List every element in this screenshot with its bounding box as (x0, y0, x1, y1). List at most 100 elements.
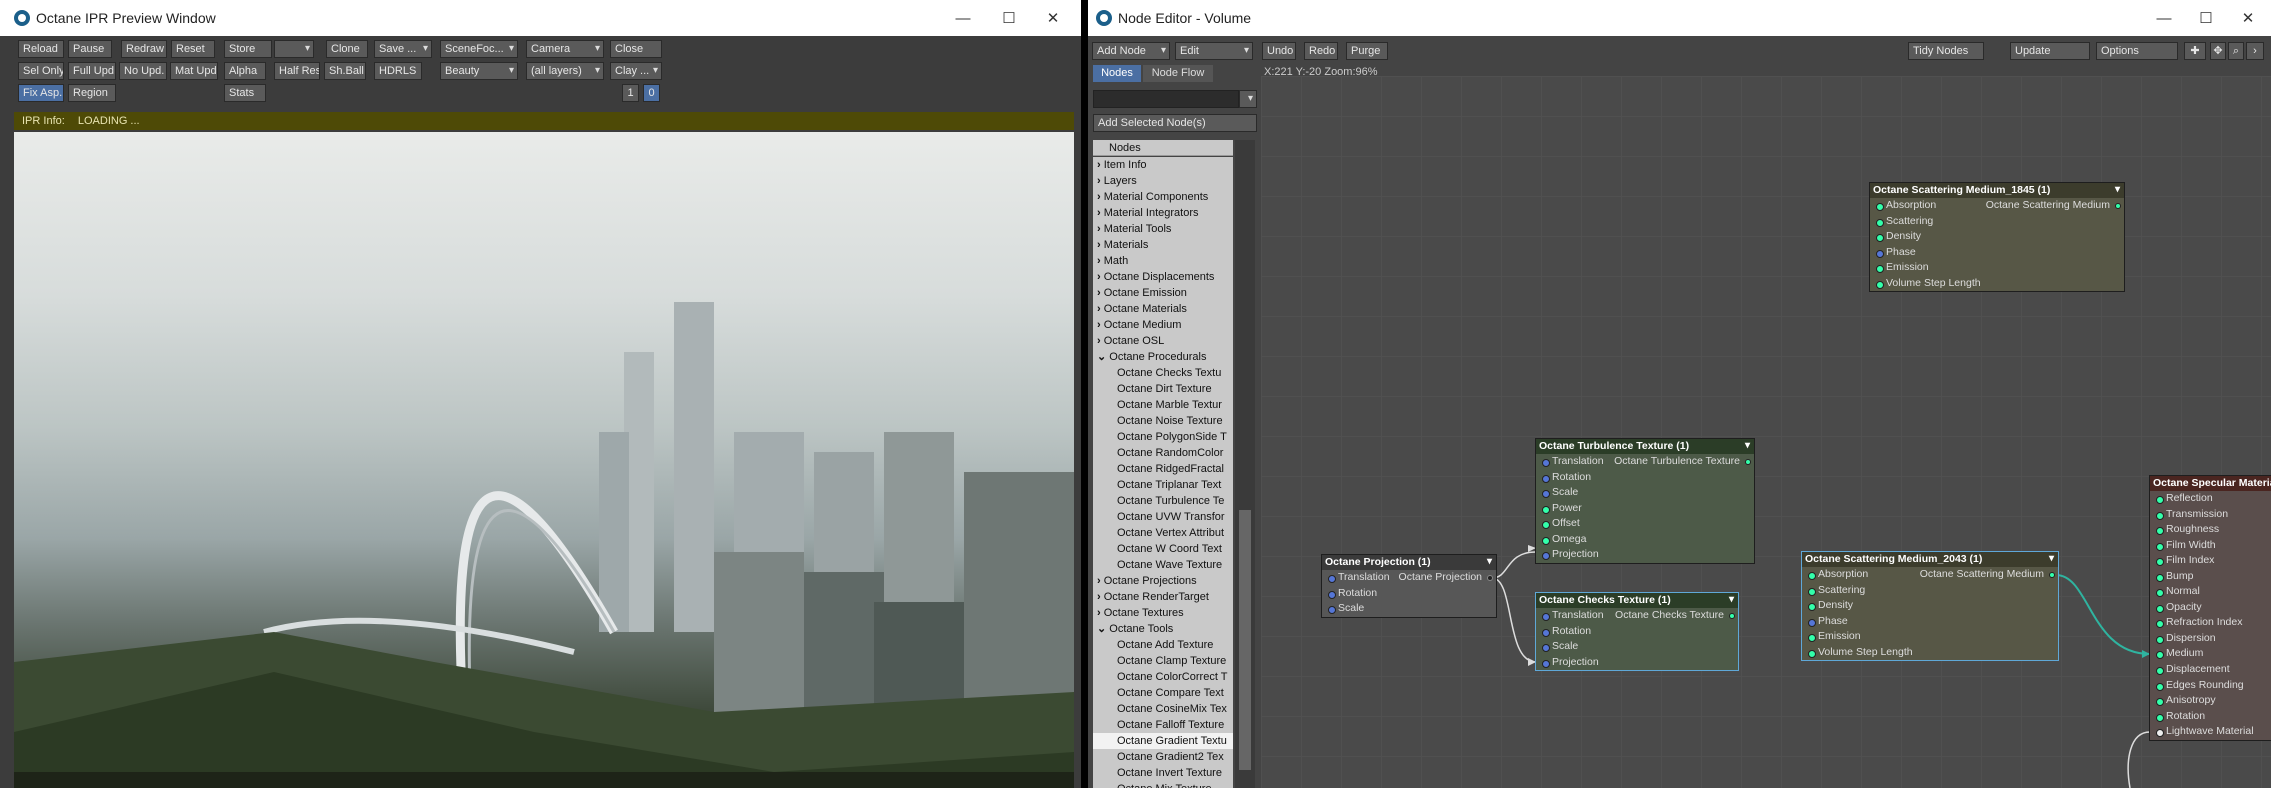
redraw-button[interactable]: Redraw (121, 40, 167, 58)
tree-item[interactable]: Octane Invert Texture (1093, 765, 1233, 781)
chevron-right-icon[interactable]: › (1097, 335, 1104, 347)
node-title[interactable]: Octane Specular Material (2150, 476, 2271, 491)
tree-item[interactable]: ⌄ Octane Tools (1093, 621, 1233, 637)
node-input[interactable]: Scattering (1802, 583, 2058, 599)
tree-item[interactable]: › Octane Displacements (1093, 269, 1233, 285)
chevron-right-icon[interactable]: › (1097, 191, 1104, 203)
chevron-right-icon[interactable]: › (1097, 159, 1104, 171)
half-res-button[interactable]: Half Res (274, 62, 320, 80)
pause-button[interactable]: Pause (68, 40, 112, 58)
node-input[interactable]: Film Width (2150, 538, 2271, 554)
tree-item[interactable]: › Octane Textures (1093, 605, 1233, 621)
node-input[interactable]: Volume Step Length (1802, 645, 2058, 661)
update-button[interactable]: Update (2010, 42, 2090, 60)
node-specular-material[interactable]: Octane Specular Material ReflectionTrans… (2149, 475, 2271, 741)
tree-item[interactable]: Octane RandomColor (1093, 445, 1233, 461)
close-button[interactable]: Close (610, 40, 662, 58)
add-selected-nodes-button[interactable]: Add Selected Node(s) (1093, 114, 1257, 132)
zoom-icon[interactable]: ⌕ (2228, 42, 2244, 60)
edit-dropdown[interactable]: Edit (1175, 42, 1253, 60)
region-button[interactable]: Region (68, 84, 116, 102)
render-viewport[interactable] (14, 132, 1074, 788)
node-input[interactable]: Offset (1536, 516, 1754, 532)
store-slot-dropdown[interactable] (274, 40, 314, 58)
reset-button[interactable]: Reset (171, 40, 215, 58)
tree-item[interactable]: Octane Wave Texture (1093, 557, 1233, 573)
tree-item[interactable]: › Material Components (1093, 189, 1233, 205)
minimize-icon[interactable]: — (2141, 0, 2187, 36)
stats-button[interactable]: Stats (224, 84, 266, 102)
node-input[interactable]: Medium (2150, 646, 2271, 662)
node-input[interactable]: Absorption Octane Scattering Medium (1870, 198, 2124, 214)
node-input[interactable]: Scale (1536, 639, 1738, 655)
chevron-right-icon[interactable]: › (1097, 575, 1104, 587)
tree-scrollbar[interactable] (1235, 140, 1255, 788)
tree-item[interactable]: › Layers (1093, 173, 1233, 189)
move-icon[interactable]: ✥ (2210, 42, 2226, 60)
node-input[interactable]: Roughness (2150, 522, 2271, 538)
node-title[interactable]: Octane Scattering Medium_1845 (1) (1870, 183, 2124, 198)
node-input[interactable]: Absorption Octane Scattering Medium (1802, 567, 2058, 583)
output-socket[interactable] (2049, 572, 2055, 578)
tree-item[interactable]: › Octane Materials (1093, 301, 1233, 317)
maximize-icon[interactable]: ☐ (2183, 0, 2229, 36)
tree-item[interactable]: › Octane RenderTarget (1093, 589, 1233, 605)
tree-item[interactable]: Octane W Coord Text (1093, 541, 1233, 557)
node-input[interactable]: Power (1536, 501, 1754, 517)
node-search-input[interactable] (1093, 90, 1239, 108)
node-scattering-medium-2043[interactable]: Octane Scattering Medium_2043 (1) Absorp… (1801, 551, 2059, 661)
node-input[interactable]: Omega (1536, 532, 1754, 548)
node-input[interactable]: Volume Step Length (1870, 276, 2124, 292)
add-node-dropdown[interactable]: Add Node (1092, 42, 1170, 60)
node-tree[interactable]: › Item Info › Layers › Material Components… (1093, 157, 1233, 788)
node-input[interactable]: Emission (1870, 260, 2124, 276)
node-input[interactable]: Projection (1536, 547, 1754, 563)
tree-item[interactable]: Octane ColorCorrect T (1093, 669, 1233, 685)
minimize-icon[interactable]: — (940, 0, 986, 36)
chevron-right-icon[interactable]: › (1097, 287, 1104, 299)
output-socket[interactable] (2115, 203, 2121, 209)
camera-dropdown[interactable]: Camera (526, 40, 604, 58)
chevron-down-icon[interactable]: ⌄ (1097, 351, 1109, 363)
tree-item[interactable]: Octane Compare Text (1093, 685, 1233, 701)
chevron-right-icon[interactable]: › (1097, 255, 1104, 267)
redo-button[interactable]: Redo (1304, 42, 1338, 60)
tree-item[interactable]: Octane Marble Textur (1093, 397, 1233, 413)
node-input[interactable]: Scale (1322, 601, 1496, 617)
clay-dropdown[interactable]: Clay ... (610, 62, 662, 80)
node-input[interactable]: Lightwave Material (2150, 724, 2271, 740)
layers-dropdown[interactable]: (all layers) (526, 62, 604, 80)
store-button[interactable]: Store (224, 40, 272, 58)
node-input[interactable]: Phase (1802, 614, 2058, 630)
scene-focus-dropdown[interactable]: SceneFoc... (440, 40, 518, 58)
node-input[interactable]: Translation Octane Projection (1322, 570, 1496, 586)
tree-item[interactable]: Octane Gradient2 Tex (1093, 749, 1233, 765)
node-input[interactable]: Scattering (1870, 214, 2124, 230)
close-icon[interactable]: ✕ (2225, 0, 2271, 36)
node-input[interactable]: Refraction Index (2150, 615, 2271, 631)
node-input[interactable]: Emission (1802, 629, 2058, 645)
ipr-titlebar[interactable]: Octane IPR Preview Window — ☐ ✕ (0, 0, 1081, 36)
node-input[interactable]: Rotation (1322, 586, 1496, 602)
node-input[interactable]: Rotation (2150, 709, 2271, 725)
tree-item[interactable]: › Material Integrators (1093, 205, 1233, 221)
tree-item[interactable]: › Octane OSL (1093, 333, 1233, 349)
node-input[interactable]: Phase (1870, 245, 2124, 261)
node-title[interactable]: Octane Turbulence Texture (1) (1536, 439, 1754, 454)
node-input[interactable]: Rotation (1536, 470, 1754, 486)
tree-item[interactable]: Octane Noise Texture (1093, 413, 1233, 429)
node-input[interactable]: Translation Octane Turbulence Texture (1536, 454, 1754, 470)
tree-item[interactable]: ⌄ Octane Procedurals (1093, 349, 1233, 365)
tree-item[interactable]: Octane Dirt Texture (1093, 381, 1233, 397)
search-filter-dropdown[interactable] (1239, 90, 1257, 108)
tree-item[interactable]: › Octane Medium (1093, 317, 1233, 333)
tree-item[interactable]: › Octane Emission (1093, 285, 1233, 301)
reload-button[interactable]: Reload (18, 40, 64, 58)
node-projection[interactable]: Octane Projection (1) TranslationOctane … (1321, 554, 1497, 618)
chevron-right-icon[interactable]: › (1097, 239, 1104, 251)
tree-item[interactable]: Octane Checks Textu (1093, 365, 1233, 381)
chevron-right-icon[interactable]: › (1097, 303, 1104, 315)
purge-button[interactable]: Purge (1346, 42, 1388, 60)
tree-item[interactable]: Octane PolygonSide T (1093, 429, 1233, 445)
node-input[interactable]: Density (1802, 598, 2058, 614)
